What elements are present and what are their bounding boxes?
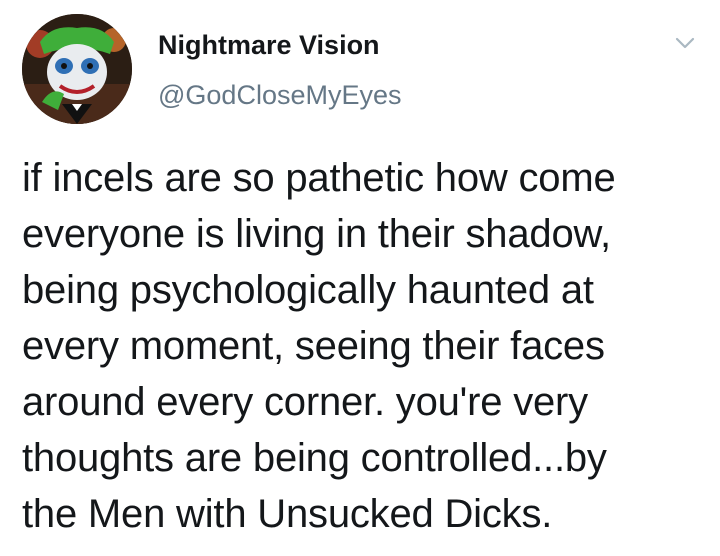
- tweet-card: Nightmare Vision @GodCloseMyEyes if ince…: [0, 0, 720, 556]
- avatar[interactable]: [22, 14, 132, 124]
- author-display-name[interactable]: Nightmare Vision: [158, 30, 380, 61]
- chevron-down-icon[interactable]: [672, 30, 698, 56]
- joker-pepe-avatar-icon: [22, 14, 132, 124]
- author-handle[interactable]: @GodCloseMyEyes: [158, 80, 402, 111]
- tweet-text: if incels are so pathetic how come every…: [22, 156, 616, 536]
